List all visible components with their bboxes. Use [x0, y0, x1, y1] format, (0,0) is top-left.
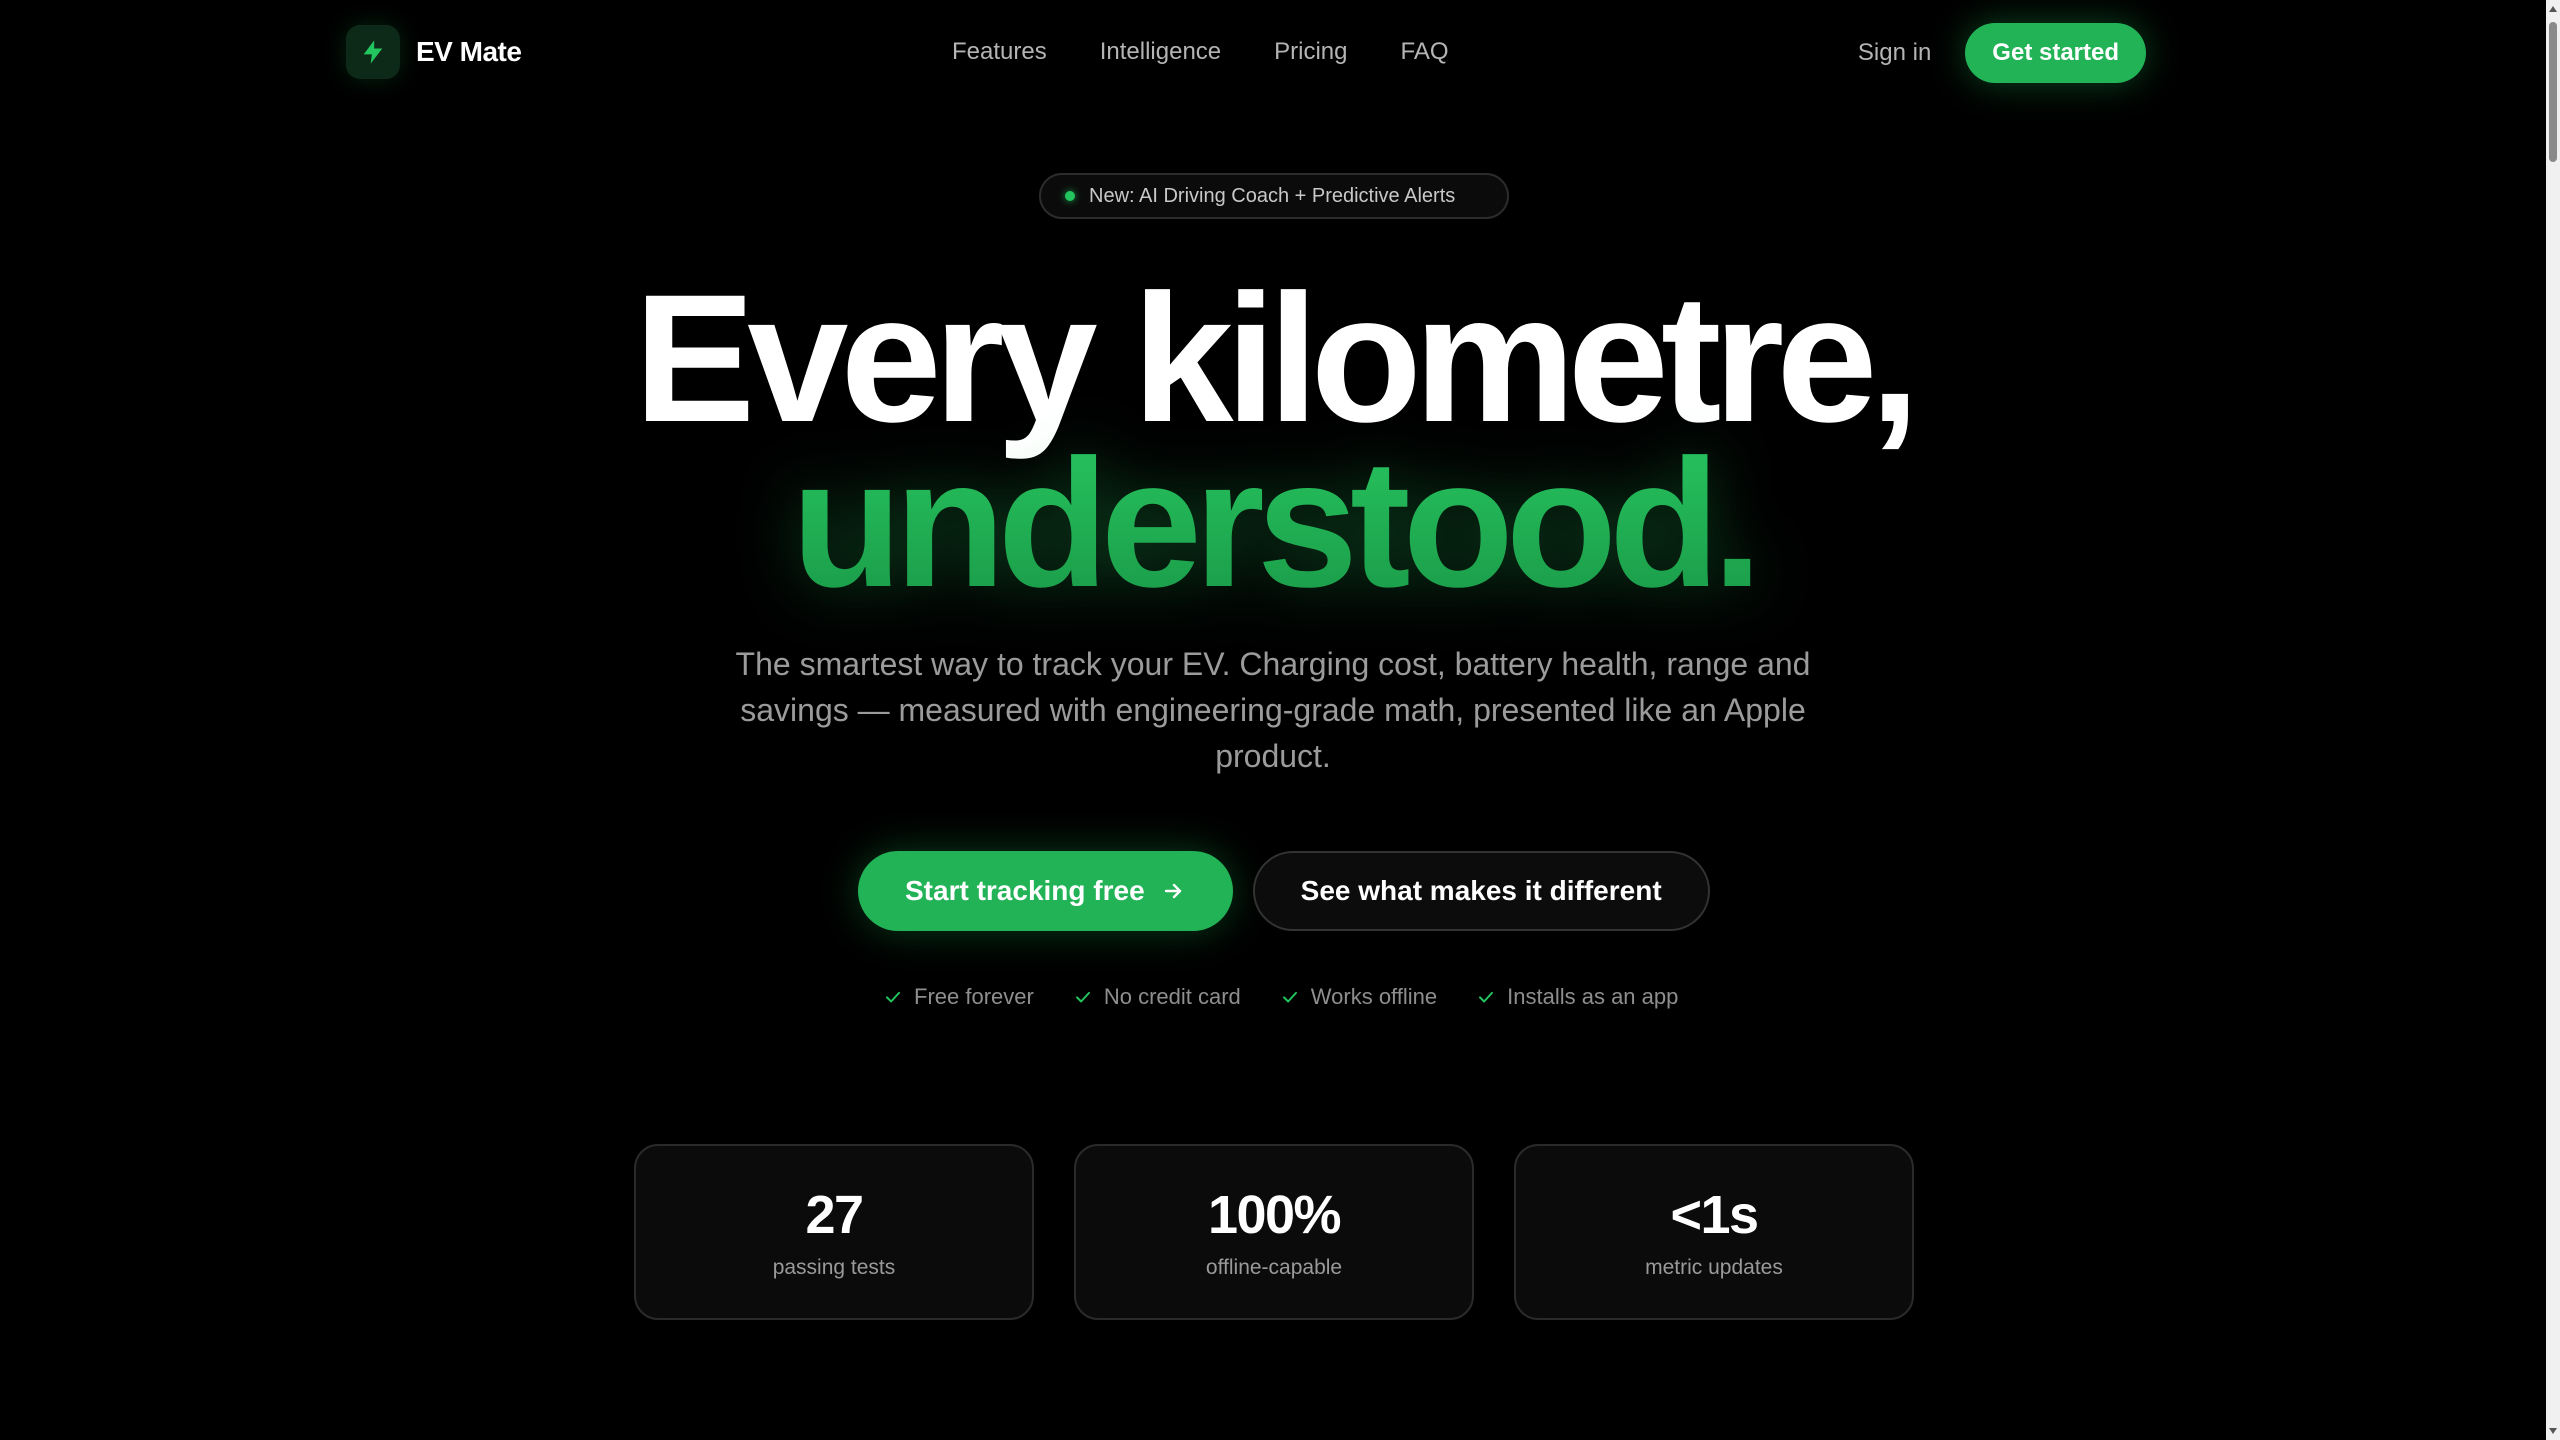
check-label: Works offline: [1310, 984, 1438, 1009]
announcement-badge[interactable]: New: AI Driving Coach + Predictive Alert…: [1039, 173, 1509, 219]
check-label: Installs as an app: [1507, 984, 1679, 1009]
stats-row: 27 passing tests 100% offline-capable <1…: [634, 1144, 1914, 1320]
scroll-down-arrow-icon[interactable]: [2549, 1428, 2557, 1434]
check-icon: [1281, 988, 1299, 1006]
check-item-no-credit-card: No credit card: [1074, 984, 1241, 1010]
check-icon: [884, 988, 902, 1006]
start-tracking-button[interactable]: Start tracking free: [858, 851, 1233, 931]
feature-checklist: Free forever No credit card Works offlin…: [884, 984, 1678, 1010]
start-tracking-label: Start tracking free: [905, 875, 1145, 906]
stat-label: offline-capable: [1205, 1256, 1343, 1279]
page-scrollbar[interactable]: [2546, 0, 2560, 1440]
badge-text: New: AI Driving Coach + Predictive Alert…: [1089, 184, 1456, 207]
stat-label: passing tests: [772, 1256, 896, 1279]
landing-page: EV Mate Features Intelligence Pricing FA…: [0, 0, 2560, 1440]
hero-subtitle: The smartest way to track your EV. Charg…: [735, 646, 1811, 774]
brand-name: EV Mate: [416, 36, 522, 67]
check-label: Free forever: [914, 984, 1034, 1009]
scrollbar-thumb[interactable]: [2549, 22, 2557, 162]
stat-card-offline: 100% offline-capable: [1074, 1144, 1474, 1320]
nav-link-features[interactable]: Features: [952, 38, 1047, 66]
check-item-installs-as-app: Installs as an app: [1477, 984, 1678, 1010]
nav-link-faq[interactable]: FAQ: [1401, 38, 1449, 66]
stat-value: 27: [805, 1185, 864, 1245]
lightning-bolt-icon: [346, 25, 400, 79]
check-item-works-offline: Works offline: [1281, 984, 1437, 1010]
sign-in-link[interactable]: Sign in: [1858, 39, 1931, 67]
nav-actions: Sign in Get started: [1858, 23, 2146, 83]
brand-logo-link[interactable]: EV Mate: [346, 24, 522, 80]
top-nav: EV Mate Features Intelligence Pricing FA…: [346, 23, 2202, 84]
stat-card-updates: <1s metric updates: [1514, 1144, 1914, 1320]
check-label: No credit card: [1103, 984, 1241, 1009]
get-started-button[interactable]: Get started: [1965, 23, 2146, 83]
nav-link-pricing[interactable]: Pricing: [1274, 38, 1347, 66]
check-icon: [1477, 988, 1495, 1006]
arrow-right-icon: [1161, 879, 1185, 903]
stat-value: 100%: [1207, 1185, 1342, 1245]
cta-row: Start tracking free See what makes it di…: [858, 851, 1710, 931]
stat-card-tests: 27 passing tests: [634, 1144, 1034, 1320]
scroll-up-arrow-icon[interactable]: [2549, 6, 2557, 12]
stat-value: <1s: [1670, 1185, 1759, 1245]
nav-links: Features Intelligence Pricing FAQ: [952, 24, 1449, 80]
nav-link-intelligence[interactable]: Intelligence: [1100, 38, 1221, 66]
stat-label: metric updates: [1645, 1256, 1783, 1279]
check-icon: [1074, 988, 1092, 1006]
see-difference-button[interactable]: See what makes it different: [1252, 851, 1710, 931]
status-dot-icon: [1065, 191, 1075, 201]
check-item-free-forever: Free forever: [884, 984, 1034, 1010]
hero-headline-line2: understood.: [0, 432, 2546, 614]
